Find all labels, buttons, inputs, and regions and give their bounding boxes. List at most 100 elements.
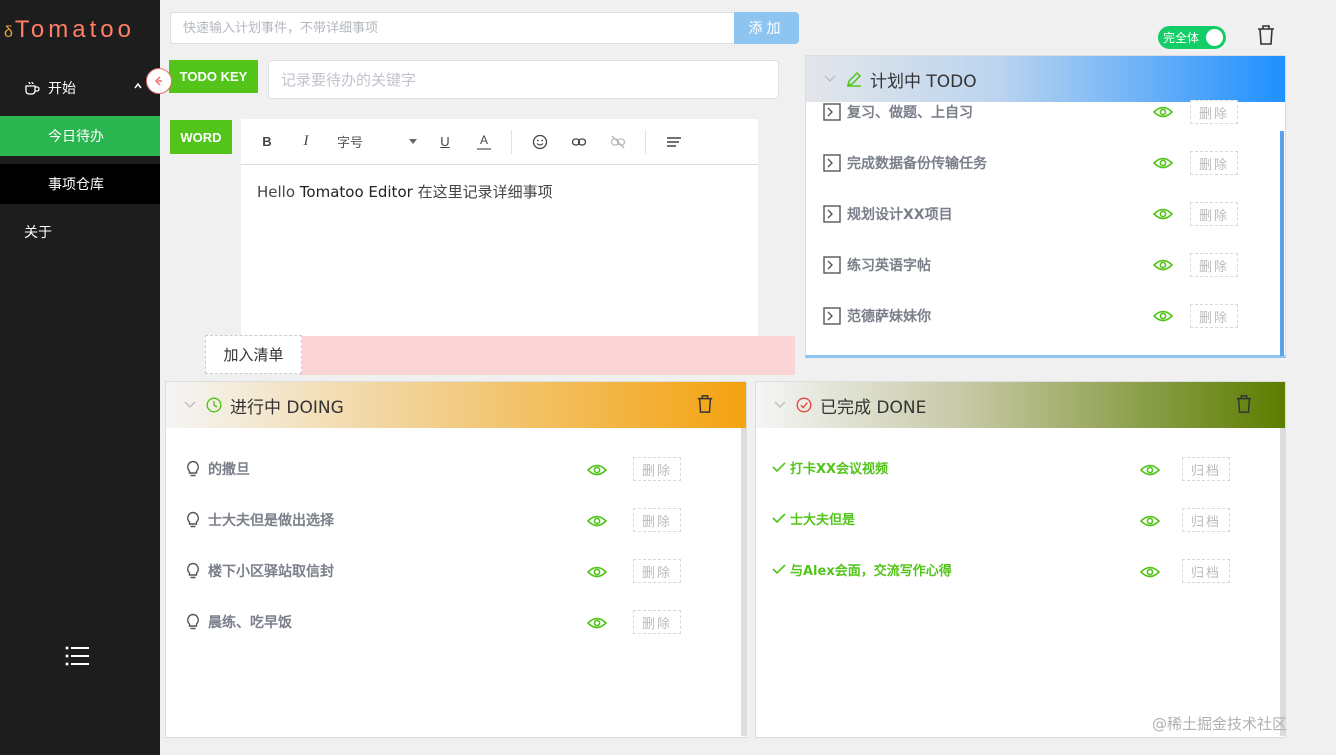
item-text: 打卡XX会议视频 bbox=[790, 461, 889, 477]
checkmark-icon bbox=[772, 564, 786, 575]
editor-content[interactable]: Hello Tomatoo Editor 在这里记录详细事项 bbox=[241, 165, 758, 218]
item-text: 范德萨妹妹你 bbox=[847, 309, 931, 325]
menu-list-icon[interactable] bbox=[64, 645, 90, 667]
delete-button[interactable]: 删除 bbox=[1190, 100, 1238, 124]
editor-toolbar: B I 字号 U A bbox=[241, 119, 758, 165]
quick-plan-input[interactable] bbox=[170, 12, 735, 44]
archive-button[interactable]: 归档 bbox=[1182, 508, 1230, 532]
watermark: @稀土掘金技术社区 bbox=[1152, 715, 1288, 733]
delete-button[interactable]: 删除 bbox=[1190, 304, 1238, 328]
terminal-icon bbox=[823, 307, 841, 325]
align-button[interactable] bbox=[662, 130, 686, 154]
unlink-button[interactable] bbox=[606, 130, 630, 154]
clock-icon bbox=[206, 397, 222, 413]
archive-button[interactable]: 归档 bbox=[1182, 457, 1230, 481]
eye-icon[interactable] bbox=[1153, 309, 1173, 323]
sidebar-item-store[interactable]: 事项仓库 bbox=[0, 164, 160, 204]
pencil-icon bbox=[846, 71, 862, 87]
todo-panel-title: 计划中 TODO bbox=[870, 71, 977, 92]
collapse-arrow-icon bbox=[154, 76, 162, 86]
caret-down-icon bbox=[409, 138, 417, 144]
eye-icon[interactable] bbox=[1153, 156, 1173, 170]
chevron-up-icon bbox=[134, 82, 142, 89]
eye-icon[interactable] bbox=[587, 565, 607, 579]
todo-panel: 计划中 TODO 复习、做题、上自习 删除 完成数据备份传输任务 删除 规划设计… bbox=[805, 55, 1286, 358]
eye-icon[interactable] bbox=[587, 514, 607, 528]
terminal-icon bbox=[823, 154, 841, 172]
sidebar-item-about[interactable]: 关于 bbox=[24, 222, 52, 242]
todo-panel-header[interactable]: 计划中 TODO bbox=[806, 56, 1285, 102]
todo-key-input[interactable] bbox=[268, 60, 779, 99]
item-text: 士大夫但是 bbox=[790, 512, 856, 528]
delete-button[interactable]: 删除 bbox=[1190, 202, 1238, 226]
delete-button[interactable]: 删除 bbox=[1190, 151, 1238, 175]
delete-button[interactable]: 删除 bbox=[633, 559, 681, 583]
chevron-down-icon bbox=[184, 401, 196, 408]
eye-icon[interactable] bbox=[1153, 258, 1173, 272]
check-circle-icon bbox=[796, 397, 812, 413]
sidebar: δTomatoo 开始 今日待办 事项仓库 关于 bbox=[0, 0, 160, 755]
add-list-bar bbox=[300, 336, 795, 375]
trash-icon[interactable] bbox=[1256, 24, 1276, 46]
delete-button[interactable]: 删除 bbox=[633, 610, 681, 634]
chevron-down-icon bbox=[824, 75, 836, 82]
lightbulb-icon bbox=[187, 613, 199, 630]
word-tag: WORD bbox=[170, 120, 232, 154]
underline-button[interactable]: U bbox=[433, 130, 457, 154]
add-button[interactable]: 添加 bbox=[734, 12, 799, 44]
trash-icon[interactable] bbox=[1235, 394, 1253, 414]
eye-icon[interactable] bbox=[1153, 207, 1173, 221]
delete-button[interactable]: 删除 bbox=[633, 457, 681, 481]
item-text: 规划设计XX项目 bbox=[847, 207, 953, 223]
todo-key-tag: TODO KEY bbox=[169, 60, 258, 93]
emoji-button[interactable] bbox=[528, 130, 552, 154]
checkmark-icon bbox=[772, 462, 786, 473]
doing-panel-header[interactable]: 进行中 DOING bbox=[166, 382, 746, 428]
bold-button[interactable]: B bbox=[255, 130, 279, 154]
item-text: 复习、做题、上自习 bbox=[847, 105, 973, 121]
toolbar-divider bbox=[511, 129, 512, 154]
eye-icon[interactable] bbox=[1140, 463, 1160, 477]
archive-button[interactable]: 归档 bbox=[1182, 559, 1230, 583]
delete-button[interactable]: 删除 bbox=[1190, 253, 1238, 277]
item-text: 练习英语字帖 bbox=[847, 258, 931, 274]
trash-icon[interactable] bbox=[696, 394, 714, 414]
color-bar bbox=[477, 147, 491, 150]
eye-icon[interactable] bbox=[587, 463, 607, 477]
app-logo: δTomatoo bbox=[4, 16, 135, 43]
smiley-icon bbox=[532, 134, 548, 149]
lightbulb-icon bbox=[187, 511, 199, 528]
eye-icon[interactable] bbox=[1140, 514, 1160, 528]
add-to-list-button[interactable]: 加入清单 bbox=[205, 335, 302, 374]
collapse-sidebar-button[interactable] bbox=[146, 68, 172, 94]
link-icon bbox=[571, 137, 587, 146]
font-color-button[interactable]: A bbox=[472, 130, 496, 154]
italic-button[interactable]: I bbox=[294, 130, 318, 154]
eye-icon[interactable] bbox=[587, 616, 607, 630]
doing-panel-title: 进行中 DOING bbox=[230, 397, 344, 418]
font-size-select[interactable]: 字号 bbox=[337, 132, 417, 151]
lightbulb-icon bbox=[187, 460, 199, 477]
checkmark-icon bbox=[772, 513, 786, 524]
menu-start[interactable]: 开始 bbox=[0, 70, 160, 106]
item-text: 与Alex会面，交流写作心得 bbox=[790, 563, 952, 579]
terminal-icon bbox=[823, 256, 841, 274]
delete-button[interactable]: 删除 bbox=[633, 508, 681, 532]
rich-text-editor: B I 字号 U A Hello Tomatoo Editor 在这里记录详细事… bbox=[241, 119, 758, 339]
full-mode-toggle[interactable]: 完全体 bbox=[1158, 26, 1226, 49]
chevron-down-icon bbox=[774, 401, 786, 408]
eye-icon[interactable] bbox=[1153, 105, 1173, 119]
sidebar-item-today[interactable]: 今日待办 bbox=[0, 116, 160, 156]
eye-icon[interactable] bbox=[1140, 565, 1160, 579]
item-text: 士大夫但是做出选择 bbox=[208, 513, 334, 529]
item-text: 完成数据备份传输任务 bbox=[847, 156, 987, 172]
done-panel-title: 已完成 DONE bbox=[820, 397, 927, 418]
doing-panel: 进行中 DOING 的撒旦 删除 士大夫但是做出选择 删除 楼下小区驿站取信封 … bbox=[165, 381, 747, 738]
link-button[interactable] bbox=[567, 130, 591, 154]
done-panel: 已完成 DONE 打卡XX会议视频 归档 士大夫但是 归档 与Alex会面，交流… bbox=[755, 381, 1286, 738]
item-text: 楼下小区驿站取信封 bbox=[208, 564, 334, 580]
unlink-icon bbox=[610, 135, 626, 148]
lightbulb-icon bbox=[187, 562, 199, 579]
done-panel-header[interactable]: 已完成 DONE bbox=[756, 382, 1285, 428]
toolbar-divider bbox=[645, 129, 646, 154]
